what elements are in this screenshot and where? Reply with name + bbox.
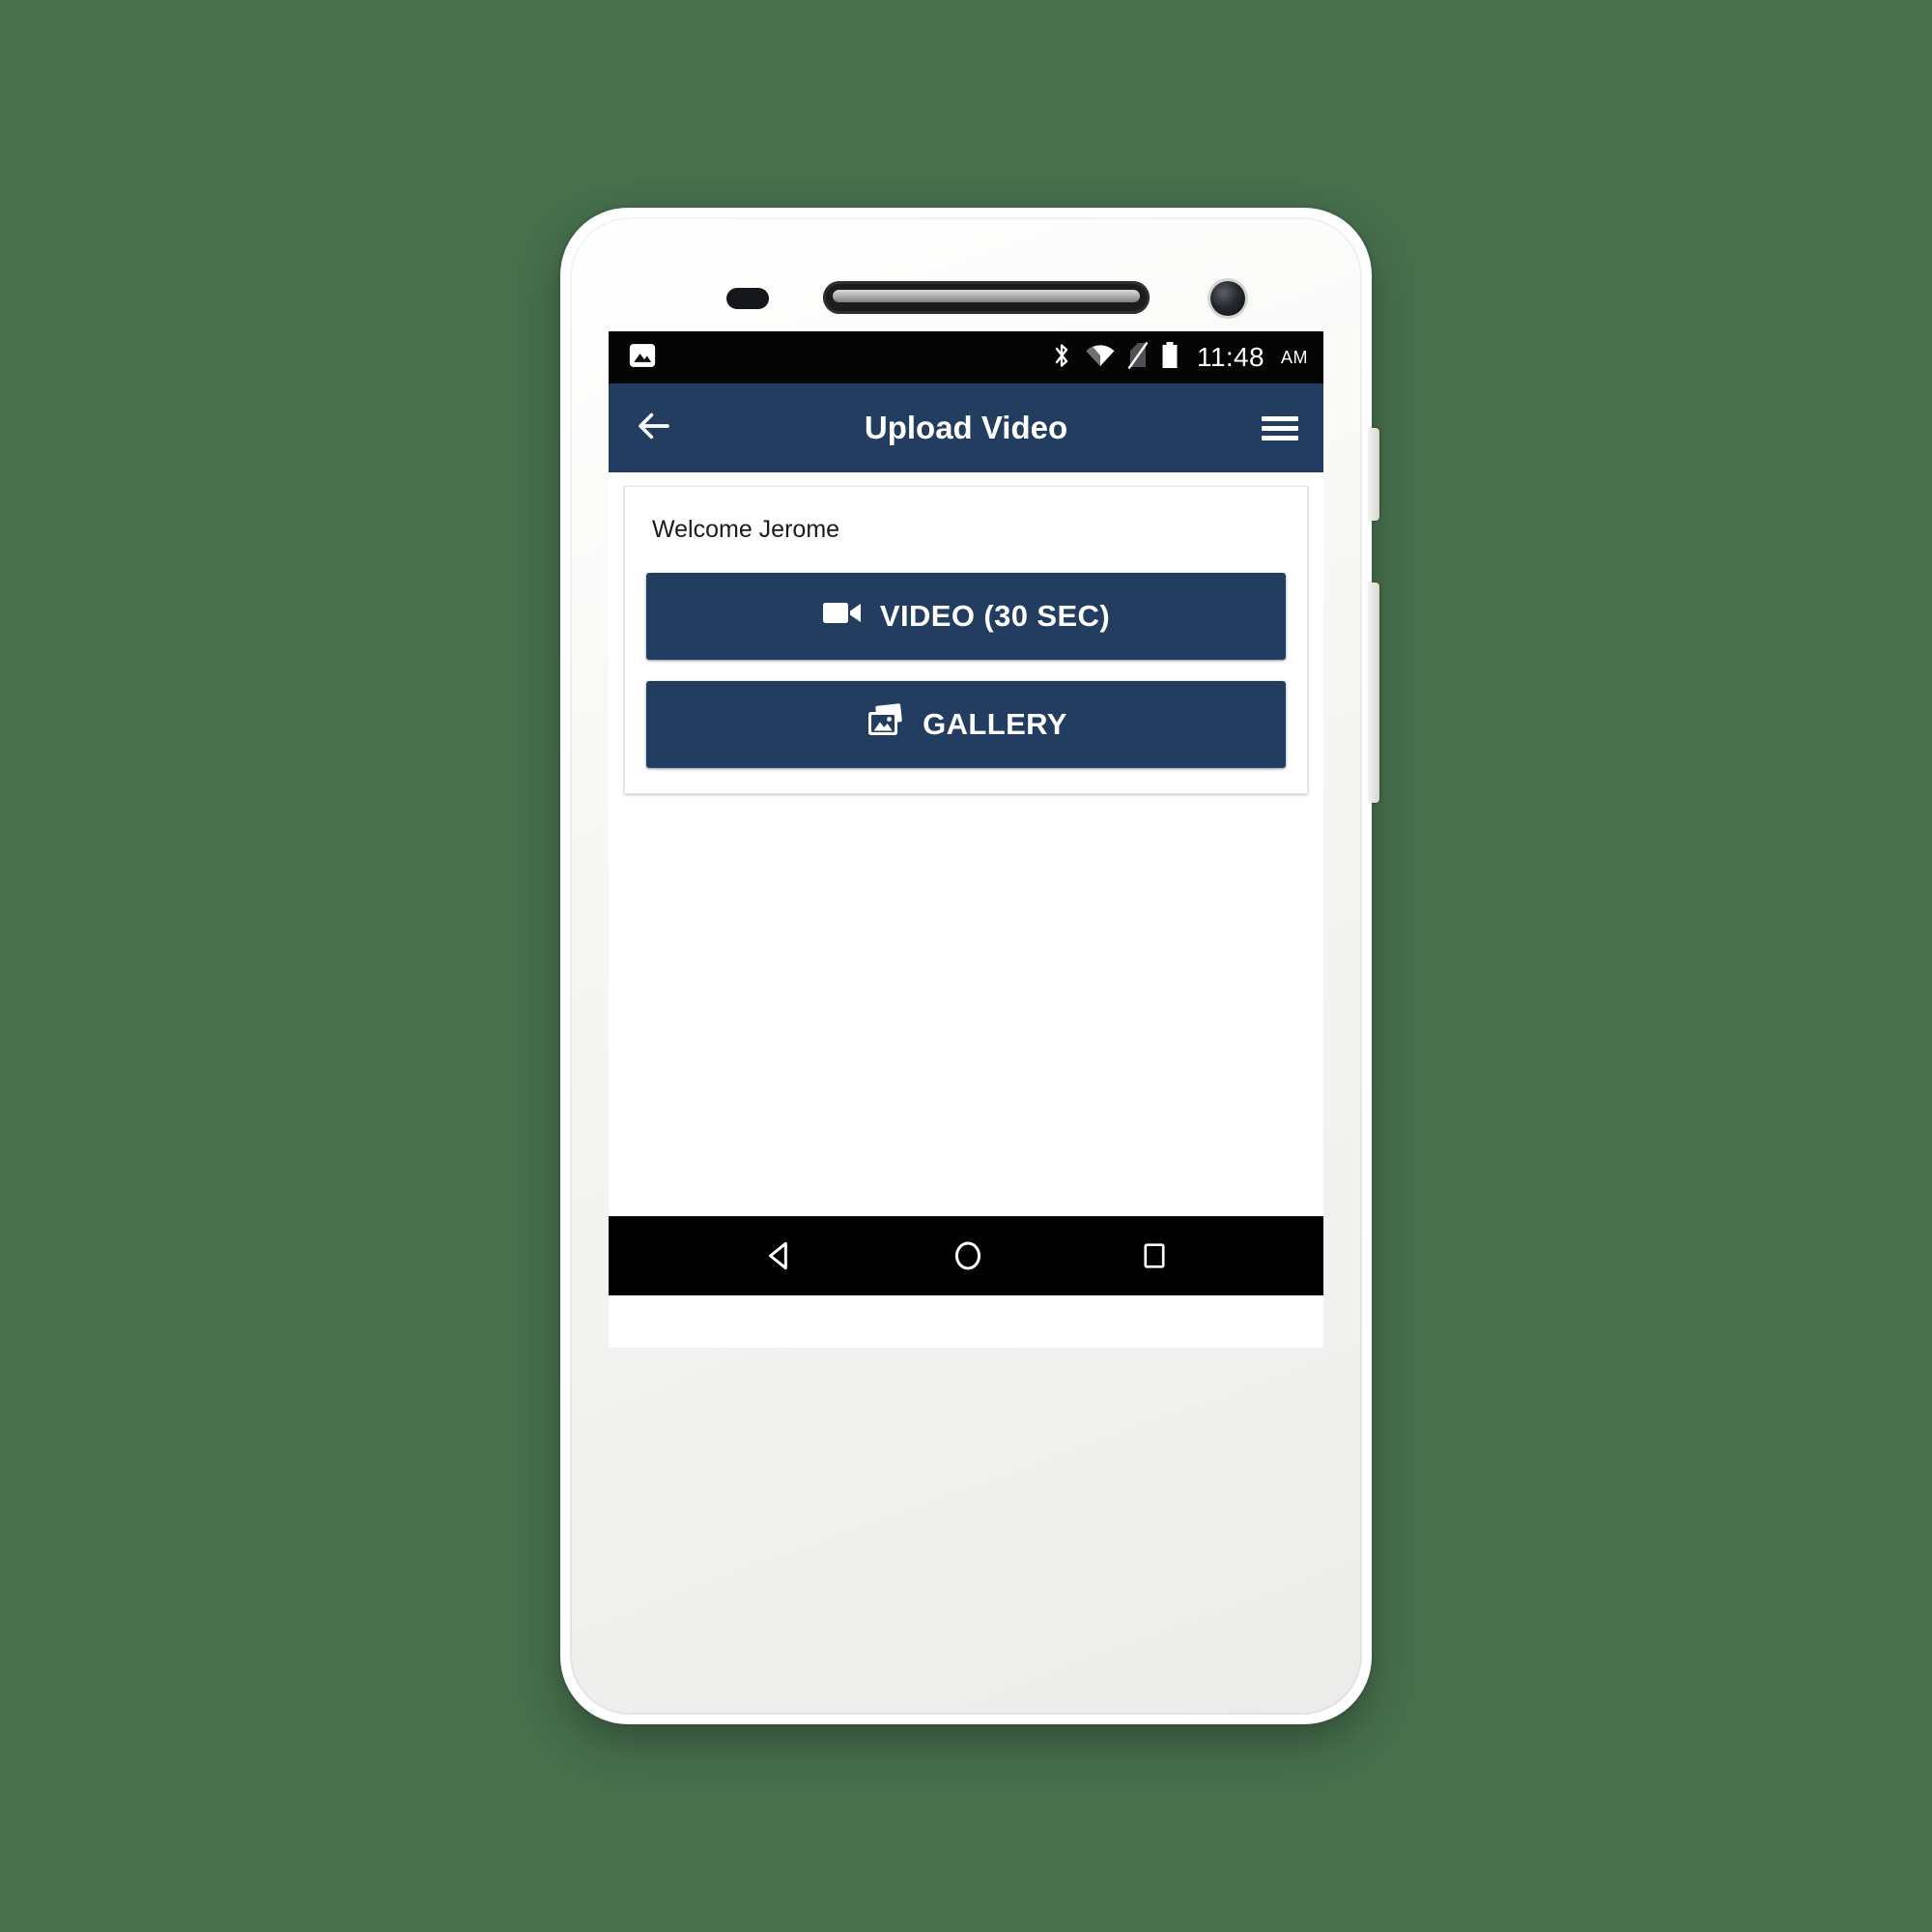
nav-recents-key[interactable]	[1138, 1239, 1171, 1272]
front-camera-icon	[1210, 281, 1245, 316]
back-button[interactable]	[634, 406, 674, 451]
nav-home-key[interactable]	[950, 1237, 986, 1274]
nav-back-key[interactable]	[761, 1237, 798, 1274]
status-bar-right-icons: 11:48 AM	[1050, 341, 1308, 375]
status-bar-clock: 11:48	[1197, 342, 1264, 372]
page-title: Upload Video	[864, 410, 1068, 445]
bluetooth-icon	[1050, 341, 1073, 375]
volume-rocker-button[interactable]	[1368, 582, 1379, 803]
android-navigation-bar	[609, 1216, 1323, 1295]
hamburger-menu-button[interactable]	[1262, 412, 1298, 445]
arrow-back-icon	[634, 406, 674, 451]
battery-icon	[1160, 341, 1179, 375]
status-bar: 11:48 AM	[609, 331, 1323, 384]
hamburger-menu-icon	[1262, 412, 1298, 445]
open-gallery-button[interactable]: GALLERY	[646, 681, 1286, 768]
phone-screen: 11:48 AM Upload Video Welcome Jerome VID…	[609, 331, 1323, 1348]
status-bar-ampm: AM	[1281, 347, 1308, 367]
upload-card: Welcome Jerome VIDEO (30 SEC) GALLERY	[624, 486, 1308, 794]
power-button[interactable]	[1368, 428, 1379, 521]
welcome-message: Welcome Jerome	[652, 516, 840, 543]
screenshot-image-icon	[628, 341, 657, 375]
photo-library-icon	[865, 703, 905, 746]
open-gallery-button-label: GALLERY	[923, 707, 1067, 741]
wifi-icon	[1085, 342, 1116, 374]
phone-device-frame: 11:48 AM Upload Video Welcome Jerome VID…	[560, 208, 1379, 1724]
no-sim-icon	[1127, 341, 1149, 375]
content-area: Welcome Jerome VIDEO (30 SEC) GALLERY	[609, 472, 1323, 1216]
record-video-button-label: VIDEO (30 SEC)	[879, 599, 1111, 633]
proximity-sensor-icon	[726, 288, 769, 309]
earpiece-speaker	[823, 281, 1150, 314]
status-bar-left-icons	[628, 341, 657, 375]
videocam-icon	[822, 597, 863, 636]
app-bar: Upload Video	[609, 384, 1323, 472]
record-video-button[interactable]: VIDEO (30 SEC)	[646, 573, 1286, 660]
